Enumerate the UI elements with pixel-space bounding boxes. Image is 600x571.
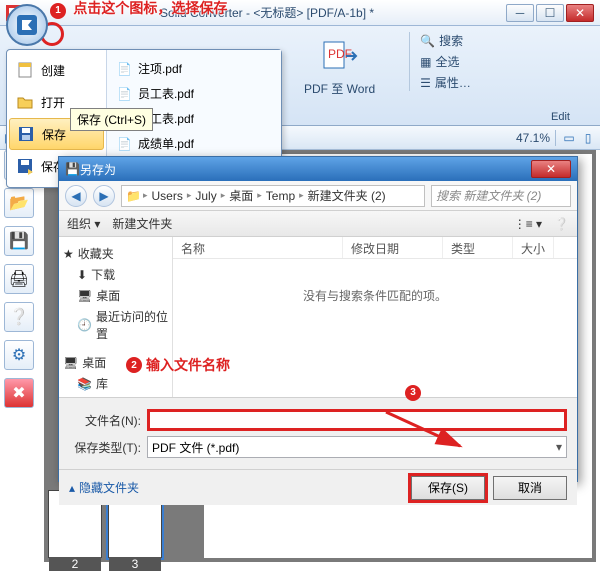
recent-icon: 🕘 [77,318,92,332]
badge-2: 2 [126,357,142,373]
badge-3: 3 [405,385,421,401]
tree-downloads: ⬇下载 [63,264,168,285]
minimize-button[interactable]: ─ [506,4,534,22]
dialog-title: 另存为 [80,161,531,178]
filename-label: 文件名(N): [69,412,141,429]
file-list[interactable]: 名称 修改日期 类型 大小 没有与搜索条件匹配的项。 [173,237,577,397]
filename-input[interactable] [147,409,567,431]
zoom-value[interactable]: 47.1% [516,131,550,145]
folder-open-icon [15,92,35,112]
close-button[interactable]: ✕ [566,4,594,22]
folder-icon: 📁 [126,189,141,203]
tree-desktop: 🖥桌面 [63,285,168,306]
fit-width-icon[interactable]: ▭ [561,130,577,146]
nav-back-button[interactable]: ◀ [65,185,87,207]
save-tool[interactable]: 💾 [4,226,34,256]
tree-favorites: ★收藏夹 [63,243,168,264]
dialog-titlebar: 💾 另存为 ✕ [59,157,577,181]
annotation-1: 1 点击这个图标，选择保存 [50,0,227,19]
filetype-label: 保存类型(T): [69,439,141,456]
col-date: 修改日期 [343,237,443,258]
fit-page-icon[interactable]: ▯ [580,130,596,146]
col-type: 类型 [443,237,513,258]
annotation-3: 3 [405,384,425,401]
dialog-toolbar: 组织 ▾ 新建文件夹 ⋮≡ ▾ ❔ [59,211,577,237]
dialog-nav: ◀ ▶ 📁▸ Users▸ July▸ 桌面▸ Temp▸ 新建文件夹 (2) … [59,181,577,211]
recent-file-1[interactable]: 📄员工表.pdf [111,81,277,106]
dialog-close-button[interactable]: ✕ [531,160,571,178]
col-name: 名称 [173,237,343,258]
help-icon[interactable]: ❔ [554,217,569,231]
desktop-icon: 🖥 [77,289,92,303]
save-as-icon [15,156,35,176]
dialog-cancel-button[interactable]: 取消 [493,476,567,500]
hide-folders-toggle[interactable]: ▴隐藏文件夹 [69,479,139,496]
tree-video: 🎬视频 [63,394,168,397]
address-bar[interactable]: 📁▸ Users▸ July▸ 桌面▸ Temp▸ 新建文件夹 (2) [121,185,425,207]
side-toolbar: 📁 📂 💾 🖨 ❔ ⚙ ✖ [4,150,38,408]
settings-tool[interactable]: ⚙ [4,340,34,370]
properties-button[interactable]: ☰属性… [420,74,471,91]
open-tool[interactable]: 📂 [4,188,34,218]
pdf-file-icon: 📄 [117,62,132,76]
nav-fwd-button[interactable]: ▶ [93,185,115,207]
recent-file-0[interactable]: 📄注项.pdf [111,56,277,81]
library-icon: 📚 [77,377,92,391]
pdf-file-icon: 📄 [117,87,132,101]
edit-group: 🔍搜索 ▦全选 ☰属性… [409,32,471,91]
col-size: 大小 [513,237,554,258]
dialog-save-button[interactable]: 保存(S) [411,476,485,500]
file-list-header[interactable]: 名称 修改日期 类型 大小 [173,237,577,259]
save-tooltip: 保存 (Ctrl+S) [70,108,153,131]
annotation-2: 2 输入文件名称 [126,355,230,375]
star-icon: ★ [63,247,74,261]
organize-button[interactable]: 组织 ▾ [67,215,100,232]
filetype-select[interactable]: PDF 文件 (*.pdf) [147,436,567,458]
pdf-to-word-icon: PDF [320,36,360,76]
search-icon: 🔍 [420,34,435,48]
maximize-button[interactable]: ☐ [536,4,564,22]
help-tool[interactable]: ❔ [4,302,34,332]
print-tool[interactable]: 🖨 [4,264,34,294]
menu-create[interactable]: 创建 [7,54,106,86]
empty-message: 没有与搜索条件匹配的项。 [173,287,577,304]
recent-file-3[interactable]: 📄成绩单.pdf [111,131,277,156]
svg-text:PDF: PDF [328,47,352,61]
badge-1: 1 [50,3,66,19]
tree-libraries: 📚库 [63,373,168,394]
close-tool[interactable]: ✖ [4,378,34,408]
app-logo-icon [14,12,40,38]
pdf-file-icon: 📄 [117,137,132,151]
tree-recent: 🕘最近访问的位置 [63,306,168,344]
new-folder-button[interactable]: 新建文件夹 [112,215,172,232]
search-button[interactable]: 🔍搜索 [420,32,471,49]
desktop-icon: 🖥 [63,356,78,370]
save-icon: 💾 [65,162,80,176]
view-mode-button[interactable]: ⋮≡ ▾ [514,217,542,231]
save-as-dialog: 💾 另存为 ✕ ◀ ▶ 📁▸ Users▸ July▸ 桌面▸ Temp▸ 新建… [58,156,578,482]
dialog-search[interactable]: 搜索 新建文件夹 (2) [431,185,571,207]
chevron-up-icon: ▴ [69,481,75,495]
group-label-edit: Edit [551,111,570,123]
floppy-disk-icon [16,124,36,144]
properties-icon: ☰ [420,76,431,90]
select-all-button[interactable]: ▦全选 [420,53,471,70]
download-icon: ⬇ [77,268,87,282]
pdf-to-word-button[interactable]: PDF PDF 至 Word [300,32,379,101]
new-document-icon [15,60,35,80]
select-all-icon: ▦ [420,55,431,69]
app-button[interactable] [6,4,48,46]
